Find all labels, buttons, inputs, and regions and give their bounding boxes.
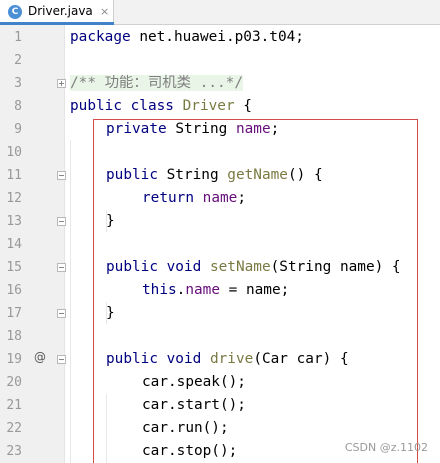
code-text: net.huawei.p03.t04;	[130, 29, 304, 45]
fold-collapse-icon[interactable]	[57, 309, 66, 318]
keyword: public void	[106, 259, 202, 275]
editor-tab-bar: C Driver.java ×	[0, 0, 440, 25]
line-number: 10	[6, 145, 22, 160]
folded-comment[interactable]: /** 功能：司机类 ...*/	[70, 75, 243, 91]
line-number: 17	[6, 306, 22, 321]
keyword: public class	[70, 98, 174, 114]
fold-collapse-icon[interactable]	[57, 217, 66, 226]
line-number: 15	[6, 260, 22, 275]
code-line-15: public void setName(String name) {	[106, 256, 401, 279]
tab-label: Driver.java	[28, 4, 93, 18]
code-text: () {	[287, 167, 323, 183]
field-name: name	[202, 190, 238, 206]
code-text: ;	[237, 190, 246, 206]
line-number: 1	[14, 30, 22, 45]
code-line-13: }	[106, 213, 115, 229]
keyword: return	[142, 190, 194, 206]
code-line-17: }	[106, 305, 115, 321]
code-line-1: package net.huawei.p03.t04;	[70, 26, 304, 49]
line-number: 19	[6, 352, 22, 367]
line-number: 13	[6, 214, 22, 229]
keyword: public void	[106, 351, 202, 367]
code-text: (String name) {	[270, 259, 401, 275]
code-line-23: car.stop();	[142, 443, 238, 459]
keyword: this	[142, 282, 177, 298]
line-number: 2	[14, 53, 22, 68]
keyword: public	[106, 167, 158, 183]
method-name: getName	[227, 167, 288, 183]
code-line-19: public void drive(Car car) {	[106, 348, 349, 371]
method-name: drive	[209, 351, 254, 367]
fold-collapse-icon[interactable]	[57, 171, 66, 180]
code-text: {	[234, 98, 252, 114]
fold-collapse-icon[interactable]	[57, 263, 66, 272]
code-text: (Car car) {	[253, 351, 349, 367]
java-class-icon: C	[8, 5, 22, 19]
line-number: 23	[6, 444, 22, 459]
line-number: 18	[6, 329, 22, 344]
code-line-12: return name;	[142, 187, 246, 210]
close-icon[interactable]: ×	[100, 5, 109, 19]
code-line-9: private String name;	[106, 118, 279, 141]
keyword: private	[106, 121, 167, 137]
fold-collapse-icon[interactable]	[57, 355, 66, 364]
tab-driver-java[interactable]: C Driver.java ×	[0, 0, 114, 25]
code-line-21: car.start();	[142, 397, 246, 413]
field-name: name	[235, 121, 271, 137]
line-number: 21	[6, 398, 22, 413]
line-number: 16	[6, 283, 22, 298]
line-number: 8	[14, 99, 22, 114]
code-line-16: this.name = name;	[142, 279, 289, 302]
code-line-20: car.speak();	[142, 374, 246, 390]
watermark: CSDN @z.1102	[344, 441, 428, 454]
code-text: String	[166, 121, 236, 137]
line-number: 20	[6, 375, 22, 390]
line-number: 14	[6, 237, 22, 252]
method-name: setName	[209, 259, 271, 275]
code-text: = name;	[219, 282, 290, 298]
line-number: 9	[14, 122, 22, 137]
code-line-22: car.run();	[142, 420, 229, 436]
code-line-11: public String getName() {	[106, 164, 323, 187]
override-method-icon[interactable]: @	[34, 350, 46, 364]
line-number: 11	[6, 168, 22, 183]
line-number: 22	[6, 421, 22, 436]
keyword: package	[70, 29, 131, 45]
code-text: String	[157, 167, 228, 183]
field-name: name	[185, 282, 220, 298]
line-number: 3	[14, 76, 22, 91]
class-name: Driver	[173, 98, 235, 114]
code-editor: C Driver.java × 1 2 3 8 9 10 11 12 13 14…	[0, 0, 440, 463]
code-line-3: /** 功能：司机类 ...*/	[70, 72, 243, 95]
code-area[interactable]: package net.huawei.p03.t04; /** 功能：司机类 .…	[70, 25, 440, 463]
fold-expand-icon[interactable]	[57, 79, 66, 88]
line-number: 12	[6, 191, 22, 206]
code-line-8: public class Driver {	[70, 95, 252, 118]
code-text: ;	[270, 121, 280, 137]
